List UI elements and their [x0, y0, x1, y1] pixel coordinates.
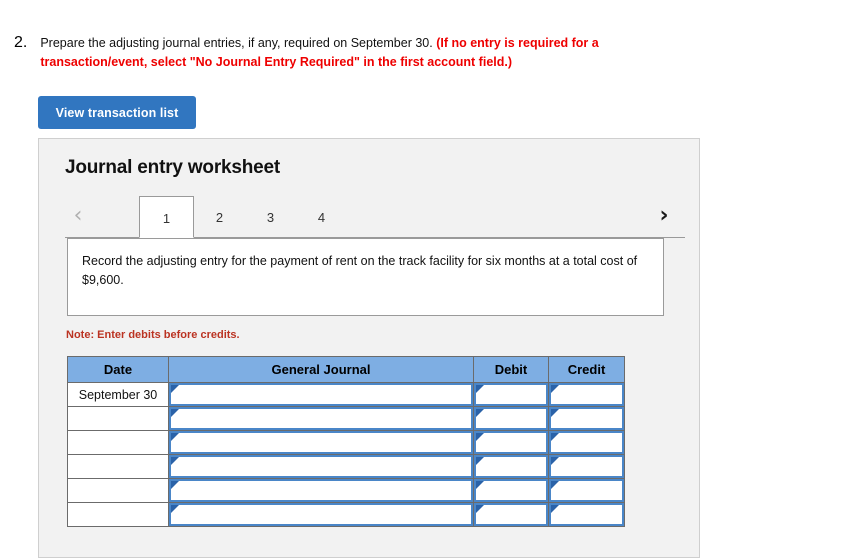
general-journal-cell-2[interactable] — [168, 406, 474, 431]
credit-input-6[interactable] — [549, 503, 624, 526]
chevron-left-icon[interactable]: ‹ — [65, 200, 91, 232]
transaction-description-text: Record the adjusting entry for the payme… — [82, 254, 638, 287]
tab-3[interactable]: 3 — [245, 196, 296, 238]
question-block: 2. Prepare the adjusting journal entries… — [14, 34, 654, 72]
debit-cell-1[interactable] — [473, 382, 549, 407]
question-main-text: Prepare the adjusting journal entries, i… — [40, 36, 437, 50]
worksheet-title: Journal entry worksheet — [65, 157, 281, 178]
date-cell-6[interactable] — [67, 502, 169, 527]
credit-cell-3[interactable] — [548, 430, 625, 455]
debit-input-2[interactable] — [474, 407, 548, 430]
table-row — [67, 406, 625, 431]
general-journal-cell-5[interactable] — [168, 478, 474, 503]
date-cell-5[interactable] — [67, 478, 169, 503]
tab-1[interactable]: 1 — [139, 196, 194, 238]
general-journal-input-1[interactable] — [169, 383, 473, 406]
table-row: September 30 — [67, 382, 625, 407]
tab-2[interactable]: 2 — [194, 196, 245, 238]
credit-input-1[interactable] — [549, 383, 624, 406]
table-row — [67, 502, 625, 527]
debit-cell-5[interactable] — [473, 478, 549, 503]
credit-cell-2[interactable] — [548, 406, 625, 431]
date-cell-3[interactable] — [67, 430, 169, 455]
debit-input-4[interactable] — [474, 455, 548, 478]
debits-before-credits-note: Note: Enter debits before credits. — [66, 329, 240, 341]
general-journal-cell-1[interactable] — [168, 382, 474, 407]
tab-4[interactable]: 4 — [296, 196, 347, 238]
general-journal-input-3[interactable] — [169, 431, 473, 454]
journal-entry-table: Date General Journal Debit Credit Septem… — [67, 356, 625, 527]
transaction-description-box: Record the adjusting entry for the payme… — [67, 238, 664, 316]
general-journal-cell-6[interactable] — [168, 502, 474, 527]
general-journal-input-5[interactable] — [169, 479, 473, 502]
general-journal-cell-4[interactable] — [168, 454, 474, 479]
column-header-debit: Debit — [473, 356, 549, 383]
debit-input-1[interactable] — [474, 383, 548, 406]
debit-cell-4[interactable] — [473, 454, 549, 479]
general-journal-input-2[interactable] — [169, 407, 473, 430]
table-header-row: Date General Journal Debit Credit — [67, 356, 625, 383]
credit-input-3[interactable] — [549, 431, 624, 454]
credit-cell-4[interactable] — [548, 454, 625, 479]
table-row — [67, 454, 625, 479]
debit-cell-3[interactable] — [473, 430, 549, 455]
date-cell-1[interactable]: September 30 — [67, 382, 169, 407]
date-cell-2[interactable] — [67, 406, 169, 431]
journal-entry-worksheet-panel: Journal entry worksheet ‹ › 1 2 3 4 Reco… — [38, 138, 700, 558]
debit-input-3[interactable] — [474, 431, 548, 454]
table-row — [67, 478, 625, 503]
column-header-credit: Credit — [548, 356, 625, 383]
debit-input-5[interactable] — [474, 479, 548, 502]
credit-input-5[interactable] — [549, 479, 624, 502]
question-number: 2. — [14, 34, 28, 51]
debit-input-6[interactable] — [474, 503, 548, 526]
question-text: Prepare the adjusting journal entries, i… — [27, 34, 654, 72]
credit-input-4[interactable] — [549, 455, 624, 478]
credit-input-2[interactable] — [549, 407, 624, 430]
tab-strip: ‹ › 1 2 3 4 — [65, 196, 685, 239]
general-journal-input-6[interactable] — [169, 503, 473, 526]
credit-cell-6[interactable] — [548, 502, 625, 527]
general-journal-cell-3[interactable] — [168, 430, 474, 455]
general-journal-input-4[interactable] — [169, 455, 473, 478]
debit-cell-6[interactable] — [473, 502, 549, 527]
date-cell-4[interactable] — [67, 454, 169, 479]
column-header-date: Date — [67, 356, 169, 383]
view-transaction-list-button[interactable]: View transaction list — [38, 96, 196, 129]
debit-cell-2[interactable] — [473, 406, 549, 431]
credit-cell-5[interactable] — [548, 478, 625, 503]
table-row — [67, 430, 625, 455]
column-header-general-journal: General Journal — [168, 356, 474, 383]
credit-cell-1[interactable] — [548, 382, 625, 407]
chevron-right-icon[interactable]: › — [651, 200, 677, 232]
